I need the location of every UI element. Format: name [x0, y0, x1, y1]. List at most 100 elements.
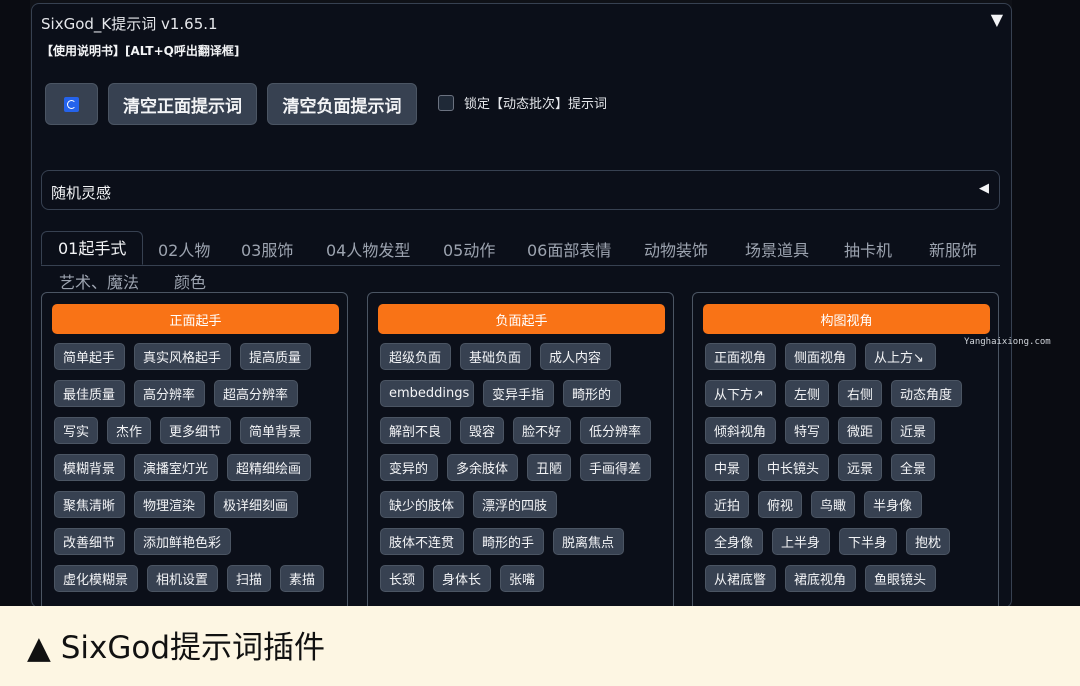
tag-chip[interactable]: 抱枕	[906, 528, 950, 555]
tag-chip[interactable]: 裙底视角	[785, 565, 856, 592]
tag-chip[interactable]: 张嘴	[500, 565, 544, 592]
tag-chip[interactable]: 动态角度	[891, 380, 962, 407]
card-header[interactable]: 负面起手	[378, 304, 665, 334]
tag-chip[interactable]: 高分辨率	[134, 380, 205, 407]
clear-positive-button[interactable]: 清空正面提示词	[108, 83, 257, 125]
tag-chip[interactable]: 中长镜头	[758, 454, 829, 481]
tag-chip[interactable]: 简单背景	[240, 417, 311, 444]
tab-6[interactable]: 06面部表情	[527, 237, 611, 261]
tag-chip[interactable]: 物理渲染	[134, 491, 205, 518]
tag-chip[interactable]: 从裙底瞥	[705, 565, 776, 592]
tag-chip[interactable]: 脸不好	[513, 417, 571, 444]
tab-11[interactable]: 艺术、魔法	[59, 269, 139, 293]
tag-chip[interactable]: 远景	[838, 454, 882, 481]
tab-5[interactable]: 05动作	[443, 237, 495, 261]
tag-chip[interactable]: 中景	[705, 454, 749, 481]
tag-chip[interactable]: 改善细节	[54, 528, 125, 555]
tag-chip[interactable]: 畸形的手	[473, 528, 544, 555]
tag-chip[interactable]: 扫描	[227, 565, 271, 592]
tag-chip[interactable]: 正面视角	[705, 343, 776, 370]
tag-chip[interactable]: 毁容	[460, 417, 504, 444]
tag-chip[interactable]: 微距	[838, 417, 882, 444]
tab-7[interactable]: 动物装饰	[644, 237, 708, 261]
refresh-icon	[64, 96, 79, 112]
tag-chip[interactable]: 近景	[891, 417, 935, 444]
tag-chip[interactable]: 近拍	[705, 491, 749, 518]
tab-4[interactable]: 04人物发型	[326, 237, 410, 261]
tab-2[interactable]: 02人物	[158, 237, 210, 261]
tag-chip[interactable]: 添加鲜艳色彩	[134, 528, 231, 555]
random-inspiration-accordion[interactable]: 随机灵感 ◀	[41, 170, 1000, 210]
tag-chip[interactable]: 素描	[280, 565, 324, 592]
tag-chip[interactable]: 模糊背景	[54, 454, 125, 481]
tag-chip[interactable]: 特写	[785, 417, 829, 444]
lock-checkbox[interactable]	[438, 94, 454, 111]
tag-chip[interactable]: 更多细节	[160, 417, 231, 444]
lock-dynamic-batch-option[interactable]: 锁定【动态批次】提示词	[438, 93, 607, 112]
tab-10[interactable]: 新服饰	[929, 237, 977, 261]
tag-chip[interactable]: 右侧	[838, 380, 882, 407]
tag-chip[interactable]: 超高分辨率	[214, 380, 298, 407]
tag-chip[interactable]: 左侧	[785, 380, 829, 407]
tag-chip[interactable]: 变异的	[380, 454, 438, 481]
collapse-toggle-icon[interactable]: ▼	[991, 10, 1003, 29]
tag-card-3: 构图视角正面视角 侧面视角 从上方↘ 从下方↗ 左侧 右侧 动态角度倾斜视角 特写 微距 近景中景…	[692, 292, 999, 607]
tag-chip[interactable]: 超精细绘画	[227, 454, 311, 481]
tag-chip[interactable]: 提高质量	[240, 343, 311, 370]
tag-chip[interactable]: 变异手指	[483, 380, 554, 407]
tag-chip[interactable]: 低分辨率	[580, 417, 651, 444]
tag-chip[interactable]: 简单起手	[54, 343, 125, 370]
tag-chip[interactable]: 长颈	[380, 565, 424, 592]
card-header[interactable]: 正面起手	[52, 304, 339, 334]
tag-chip[interactable]: 缺少的肢体	[380, 491, 464, 518]
tag-chip[interactable]: 虚化模糊景	[54, 565, 138, 592]
tag-chip[interactable]: 多余肢体	[447, 454, 518, 481]
tag-chip[interactable]: 下半身	[839, 528, 897, 555]
tag-chip[interactable]: 漂浮的四肢	[473, 491, 557, 518]
tag-chip[interactable]: 演播室灯光	[134, 454, 218, 481]
tag-chip[interactable]: 鱼眼镜头	[865, 565, 936, 592]
tag-chip[interactable]: 聚焦清晰	[54, 491, 125, 518]
tag-chip[interactable]: 写实	[54, 417, 98, 444]
tab-3[interactable]: 03服饰	[241, 237, 293, 261]
tab-1[interactable]: 01起手式	[41, 231, 144, 265]
tag-chip[interactable]: 极详细刻画	[214, 491, 298, 518]
manual-link[interactable]: 【使用说明书】[ALT+Q呼出翻译框]	[41, 42, 239, 59]
tag-chip[interactable]: 肢体不连贯	[380, 528, 464, 555]
random-inspiration-label: 随机灵感	[51, 184, 112, 202]
tag-chip[interactable]: 畸形的	[563, 380, 621, 407]
tag-chip[interactable]: 半身像	[864, 491, 922, 518]
tag-chip[interactable]: 杰作	[107, 417, 151, 444]
tag-chip[interactable]: 从下方↗	[705, 380, 776, 407]
refresh-button[interactable]	[45, 83, 98, 125]
tag-chip[interactable]: 解剖不良	[380, 417, 451, 444]
tag-chip[interactable]: 倾斜视角	[705, 417, 776, 444]
lock-label: 锁定【动态批次】提示词	[464, 97, 608, 112]
tag-chip[interactable]: 侧面视角	[785, 343, 856, 370]
tag-chip[interactable]: 基础负面	[460, 343, 531, 370]
tag-chip[interactable]: 真实风格起手	[134, 343, 231, 370]
clear-negative-button[interactable]: 清空负面提示词	[267, 83, 417, 125]
tag-chip[interactable]: 最佳质量	[54, 380, 125, 407]
sixgod-panel: SixGod_K提示词 v1.65.1 ▼ 【使用说明书】[ALT+Q呼出翻译框…	[31, 3, 1012, 608]
caption-text: ▲ SixGod提示词插件	[27, 630, 325, 666]
tag-chip[interactable]: 鸟瞰	[811, 491, 855, 518]
tab-12[interactable]: 颜色	[174, 269, 206, 293]
tag-chip[interactable]: 丑陋	[527, 454, 571, 481]
tag-chip[interactable]: 俯视	[758, 491, 802, 518]
tag-chip[interactable]: 上半身	[772, 528, 830, 555]
tag-chip[interactable]: embeddings	[380, 380, 474, 407]
tag-chip[interactable]: 身体长	[433, 565, 491, 592]
tag-chip[interactable]: 脱离焦点	[553, 528, 624, 555]
tag-chip[interactable]: 超级负面	[380, 343, 451, 370]
tag-chip[interactable]: 全身像	[705, 528, 763, 555]
tab-9[interactable]: 抽卡机	[844, 237, 892, 261]
tag-chip[interactable]: 手画得差	[580, 454, 651, 481]
tag-chip[interactable]: 成人内容	[540, 343, 611, 370]
caption-bar: ▲ SixGod提示词插件	[0, 606, 1080, 686]
tab-8[interactable]: 场景道具	[745, 237, 809, 261]
tag-chip[interactable]: 从上方↘	[865, 343, 936, 370]
card-header[interactable]: 构图视角	[703, 304, 990, 334]
tag-chip[interactable]: 全景	[891, 454, 935, 481]
tag-chip[interactable]: 相机设置	[147, 565, 218, 592]
